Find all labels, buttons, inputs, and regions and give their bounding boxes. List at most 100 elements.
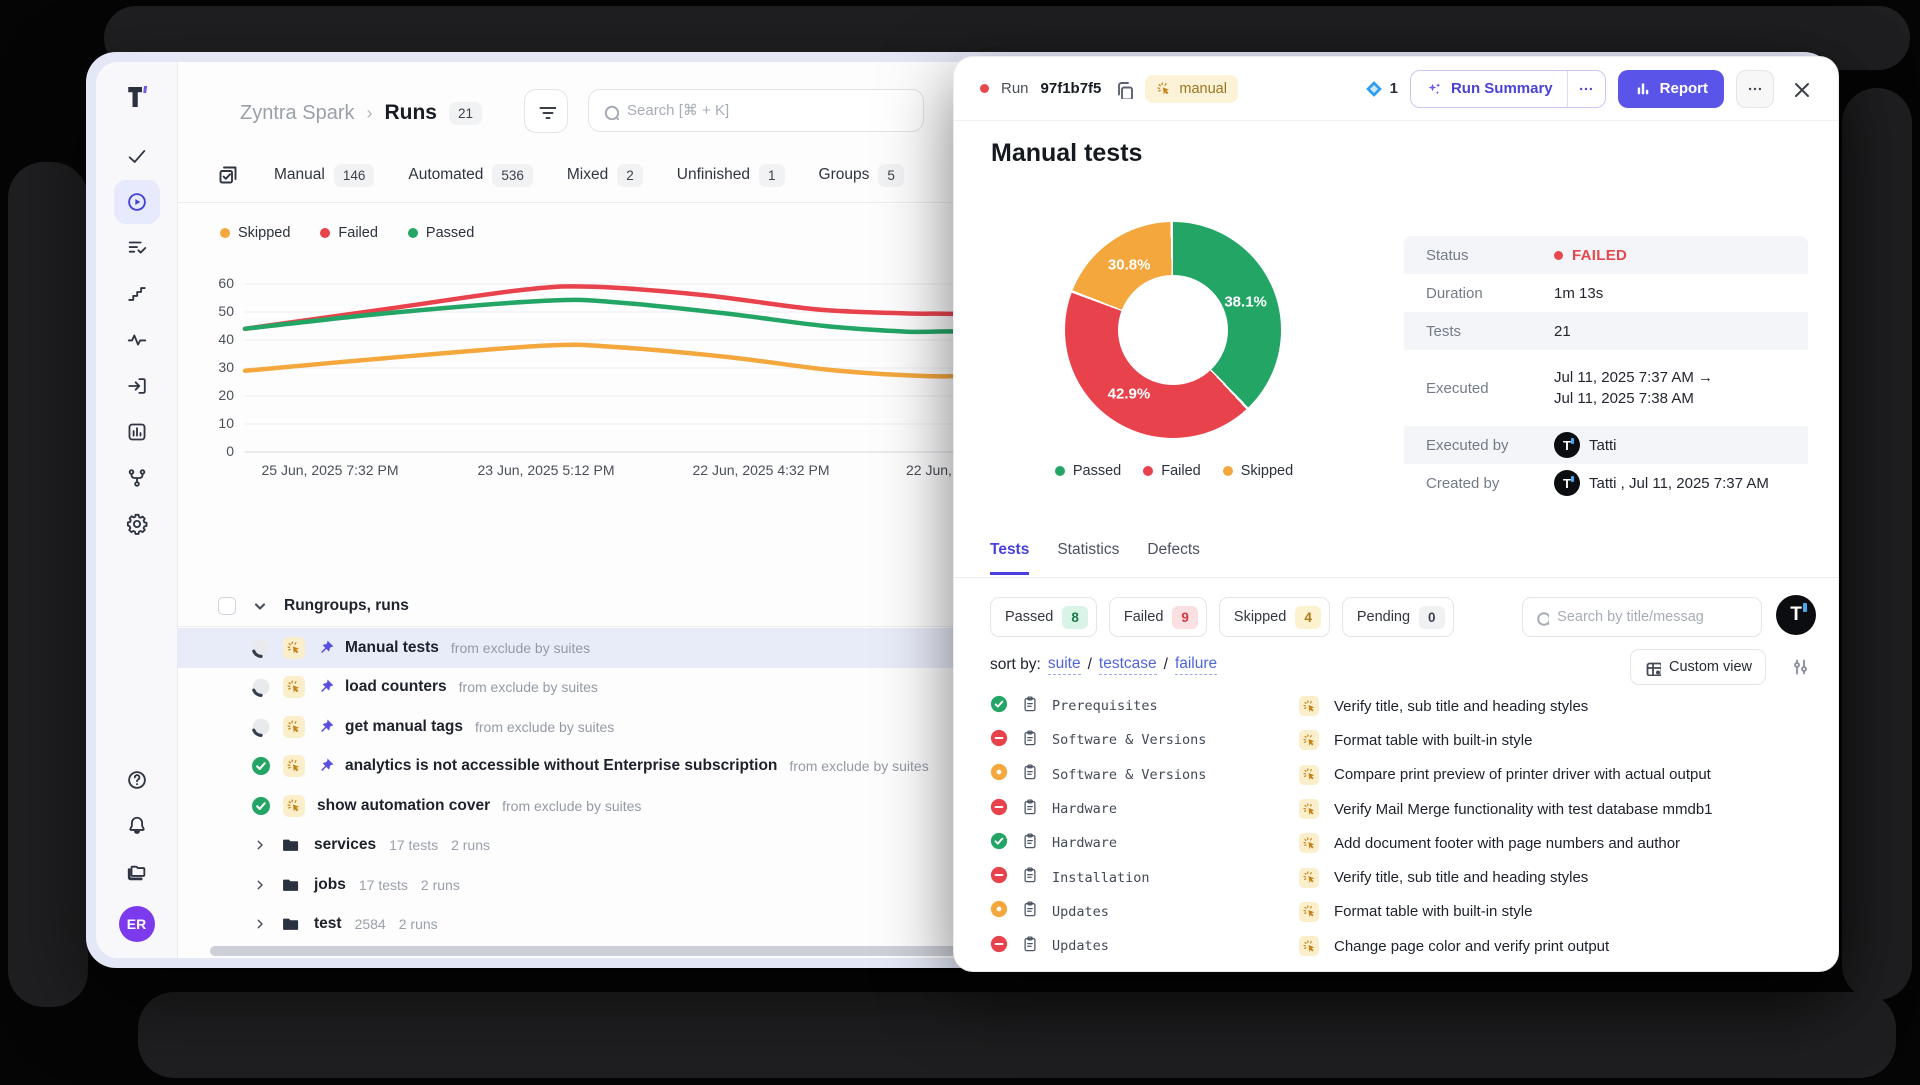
legend-item-failed[interactable]: Failed bbox=[320, 225, 378, 241]
chevron-right-icon[interactable] bbox=[252, 877, 268, 893]
select-runs-icon[interactable] bbox=[216, 163, 240, 187]
test-row[interactable]: HardwareVerify Mail Merge functionality … bbox=[990, 792, 1822, 826]
x-tick-label: 22 Jun, 2025 4:32 PM bbox=[693, 462, 830, 478]
detail-label: Status bbox=[1404, 247, 1554, 264]
tab-label: Automated bbox=[408, 166, 483, 184]
assistant-avatar[interactable]: T bbox=[1776, 595, 1816, 635]
detail-row: Tests21 bbox=[1404, 312, 1808, 350]
filter-chip-pending[interactable]: Pending0 bbox=[1342, 597, 1454, 637]
report-button[interactable]: Report bbox=[1618, 70, 1724, 108]
sidebar-item-pulse[interactable] bbox=[114, 318, 160, 362]
legend-item-skipped[interactable]: Skipped bbox=[220, 225, 290, 241]
diamond-icon bbox=[1364, 79, 1384, 99]
detail-tab-defects[interactable]: Defects bbox=[1147, 541, 1200, 575]
sidebar-item-steps[interactable] bbox=[114, 272, 160, 316]
test-row[interactable]: PrerequisitesVerify title, sub title and… bbox=[990, 689, 1822, 723]
tab-manual[interactable]: Manual 146 bbox=[274, 164, 374, 187]
sort-link-testcase[interactable]: testcase bbox=[1099, 655, 1157, 675]
sort-separator: / bbox=[1088, 656, 1092, 674]
folder-name: test bbox=[314, 915, 342, 933]
test-row[interactable]: UpdatesChange page color and verify prin… bbox=[990, 929, 1822, 963]
pin-icon bbox=[317, 639, 335, 657]
run-title: Manual tests bbox=[991, 139, 1142, 168]
detail-value: TTatti , Jul 11, 2025 7:37 AM bbox=[1554, 470, 1769, 496]
page-title: Runs bbox=[384, 101, 437, 125]
status-passed-icon bbox=[251, 796, 271, 816]
filter-chip-passed[interactable]: Passed8 bbox=[990, 597, 1097, 637]
sidebar-item-listcheck[interactable] bbox=[114, 226, 160, 270]
sidebar-item-check[interactable] bbox=[114, 134, 160, 178]
status-passed-icon bbox=[251, 756, 271, 776]
test-title: Change page color and verify print outpu… bbox=[1334, 938, 1822, 955]
tab-label: Manual bbox=[274, 166, 325, 184]
ellipsis-icon bbox=[1577, 80, 1595, 98]
global-search bbox=[588, 89, 924, 132]
tab-count: 2 bbox=[617, 164, 643, 187]
detail-value: 21 bbox=[1554, 323, 1571, 340]
run-summary-more-button[interactable] bbox=[1567, 71, 1605, 107]
sidebar-item-gear[interactable] bbox=[114, 502, 160, 546]
sidebar-item-import[interactable] bbox=[114, 364, 160, 408]
run-source: from exclude by suites bbox=[789, 758, 928, 774]
filter-button[interactable] bbox=[524, 89, 568, 133]
detail-value: Jul 11, 2025 7:37 AM →Jul 11, 2025 7:38 … bbox=[1554, 367, 1713, 409]
search-icon bbox=[1534, 609, 1549, 626]
copy-icon[interactable] bbox=[1113, 79, 1133, 99]
legend-item-passed[interactable]: Passed bbox=[408, 225, 474, 241]
user-avatar[interactable]: ER bbox=[119, 906, 155, 942]
run-summary-button[interactable]: Run Summary bbox=[1411, 71, 1567, 107]
sidebar-item-branch[interactable] bbox=[114, 456, 160, 500]
status-progress-icon bbox=[251, 717, 271, 737]
sort-link-failure[interactable]: failure bbox=[1175, 655, 1217, 675]
close-icon[interactable] bbox=[1790, 78, 1812, 100]
filter-chip-skipped[interactable]: Skipped4 bbox=[1219, 597, 1330, 637]
select-all-checkbox[interactable] bbox=[218, 597, 236, 615]
status-failed-icon bbox=[990, 798, 1008, 821]
test-suite: Installation bbox=[1052, 870, 1286, 886]
detail-row: Duration1m 13s bbox=[1404, 274, 1808, 312]
breadcrumb-project[interactable]: Zyntra Spark bbox=[240, 102, 354, 125]
chevron-down-icon[interactable] bbox=[252, 598, 268, 614]
status-skipped-icon bbox=[990, 900, 1008, 923]
tab-automated[interactable]: Automated536 bbox=[408, 164, 533, 187]
tab-unfinished[interactable]: Unfinished1 bbox=[677, 164, 785, 187]
manual-icon bbox=[1299, 936, 1319, 956]
tab-groups[interactable]: Groups5 bbox=[819, 164, 904, 187]
sidebar-item-play[interactable] bbox=[114, 180, 160, 224]
filter-chip-failed[interactable]: Failed9 bbox=[1109, 597, 1207, 637]
run-status-dot bbox=[980, 84, 989, 93]
sort-link-suite[interactable]: suite bbox=[1048, 655, 1081, 675]
sidebar-item-help[interactable] bbox=[114, 758, 160, 802]
sidebar-item-bell[interactable] bbox=[114, 804, 160, 848]
sidebar-item-folders[interactable] bbox=[114, 850, 160, 894]
more-actions-button[interactable] bbox=[1736, 70, 1774, 108]
search-input[interactable] bbox=[627, 102, 911, 119]
detail-value: FAILED bbox=[1554, 247, 1627, 264]
insights-indicator[interactable]: 1 bbox=[1364, 79, 1398, 99]
test-row[interactable]: Software & VersionsFormat table with bui… bbox=[990, 723, 1822, 757]
test-row[interactable]: Software & VersionsCompare print preview… bbox=[990, 758, 1822, 792]
tab-count: 146 bbox=[334, 164, 375, 187]
donut-legend-failed: Failed bbox=[1143, 463, 1201, 479]
y-tick-label: 60 bbox=[178, 275, 234, 291]
detail-row: ExecutedJul 11, 2025 7:37 AM →Jul 11, 20… bbox=[1404, 350, 1808, 426]
detail-row: StatusFAILED bbox=[1404, 236, 1808, 274]
test-row[interactable]: InstallationVerify title, sub title and … bbox=[990, 860, 1822, 894]
detail-tab-statistics[interactable]: Statistics bbox=[1057, 541, 1119, 575]
chevron-right-icon[interactable] bbox=[252, 916, 268, 932]
tab-mixed[interactable]: Mixed2 bbox=[567, 164, 643, 187]
manual-icon bbox=[1299, 730, 1319, 750]
detail-tab-tests[interactable]: Tests bbox=[990, 541, 1029, 575]
tests-search-input[interactable] bbox=[1557, 609, 1750, 625]
sliders-icon[interactable] bbox=[1790, 657, 1810, 677]
test-row[interactable]: HardwareAdd document footer with page nu… bbox=[990, 826, 1822, 860]
status-failed-icon bbox=[990, 935, 1008, 958]
sidebar-item-chartbox[interactable] bbox=[114, 410, 160, 454]
executed-range: Jul 11, 2025 7:37 AM →Jul 11, 2025 7:38 … bbox=[1554, 367, 1713, 409]
custom-view-button[interactable]: Custom view bbox=[1630, 649, 1766, 685]
test-row[interactable]: UpdatesFormat table with built-in style bbox=[990, 895, 1822, 929]
run-source: from exclude by suites bbox=[502, 798, 641, 814]
run-detail-header: Run 97f1b7f5 manual 1 Run Summary bbox=[954, 57, 1838, 121]
tests-list: PrerequisitesVerify title, sub title and… bbox=[990, 689, 1822, 963]
chevron-right-icon[interactable] bbox=[252, 837, 268, 853]
